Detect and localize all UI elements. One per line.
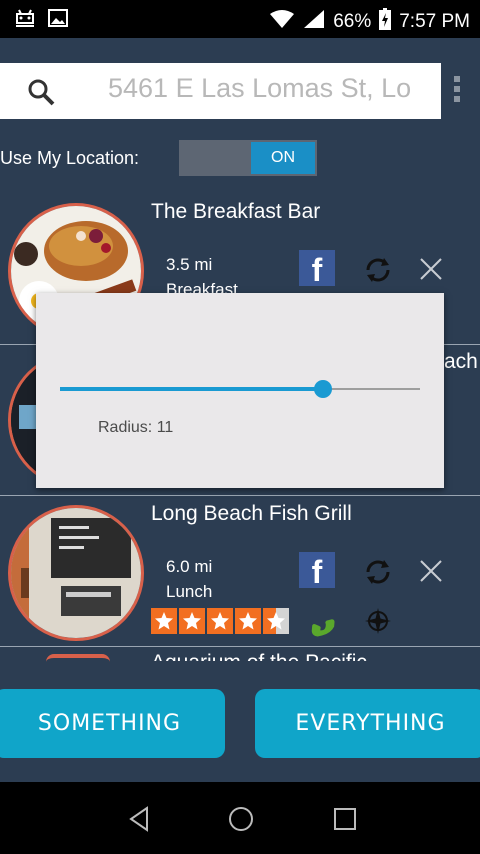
list-divider [0, 495, 480, 496]
list-divider [0, 646, 480, 647]
star-icon [151, 608, 177, 634]
image-icon [48, 9, 68, 32]
star-icon [235, 608, 261, 634]
refresh-icon[interactable] [362, 254, 394, 286]
toggle-on-state: ON [251, 142, 315, 174]
restaurant-category: Lunch [166, 582, 213, 601]
restaurant-title[interactable]: The Breakfast Bar [151, 200, 320, 224]
close-icon[interactable] [418, 256, 444, 282]
signal-icon [303, 9, 325, 35]
star-icon [207, 608, 233, 634]
phone-icon[interactable] [302, 604, 336, 638]
refresh-icon[interactable] [362, 556, 394, 588]
restaurant-thumbnail[interactable] [8, 505, 144, 641]
slider-thumb[interactable] [313, 380, 332, 398]
back-icon[interactable] [127, 806, 151, 832]
star-icon [179, 608, 205, 634]
close-icon[interactable] [418, 558, 444, 584]
search-input[interactable]: 5461 E Las Lomas St, Lo [108, 73, 423, 109]
radius-label: Radius: 11 [98, 419, 174, 436]
use-my-location-label: Use My Location: [0, 148, 140, 168]
restaurant-distance: 6.0 mi [166, 557, 213, 576]
wifi-icon [269, 9, 295, 35]
navigation-bar [0, 782, 480, 854]
restaurant-thumbnail [46, 654, 110, 662]
restaurant-distance: 3.5 mi [166, 255, 213, 274]
use-my-location-toggle[interactable]: ON [179, 140, 317, 176]
battery-charging-icon [379, 8, 392, 36]
recents-icon[interactable] [333, 807, 357, 831]
everything-button[interactable]: EVERYTHING [255, 689, 480, 758]
restaurant-title-partial[interactable]: ach [444, 350, 478, 374]
search-icon[interactable] [26, 77, 56, 107]
clock: 7:57 PM [399, 11, 470, 32]
half-star-icon [263, 608, 289, 634]
battery-percent: 66% [333, 11, 372, 32]
radius-dialog: Radius: 11 [36, 293, 444, 488]
status-bar: 66% 7:57 PM [0, 0, 480, 38]
home-icon[interactable] [228, 806, 254, 832]
search-bar[interactable]: 5461 E Las Lomas St, Lo [0, 63, 441, 119]
restaurant-title-partial[interactable]: Aquarium of the Pacific [151, 651, 367, 661]
overflow-menu-icon[interactable] [452, 76, 462, 106]
restaurant-title[interactable]: Long Beach Fish Grill [151, 502, 352, 526]
facebook-icon[interactable]: f [299, 552, 335, 588]
slider-fill [60, 387, 323, 391]
directions-icon[interactable] [364, 607, 392, 635]
something-button[interactable]: SOMETHING [0, 689, 225, 758]
android-debug-icon [14, 8, 36, 33]
radius-slider[interactable] [60, 380, 420, 398]
star-rating [151, 608, 289, 634]
facebook-icon[interactable]: f [299, 250, 335, 286]
